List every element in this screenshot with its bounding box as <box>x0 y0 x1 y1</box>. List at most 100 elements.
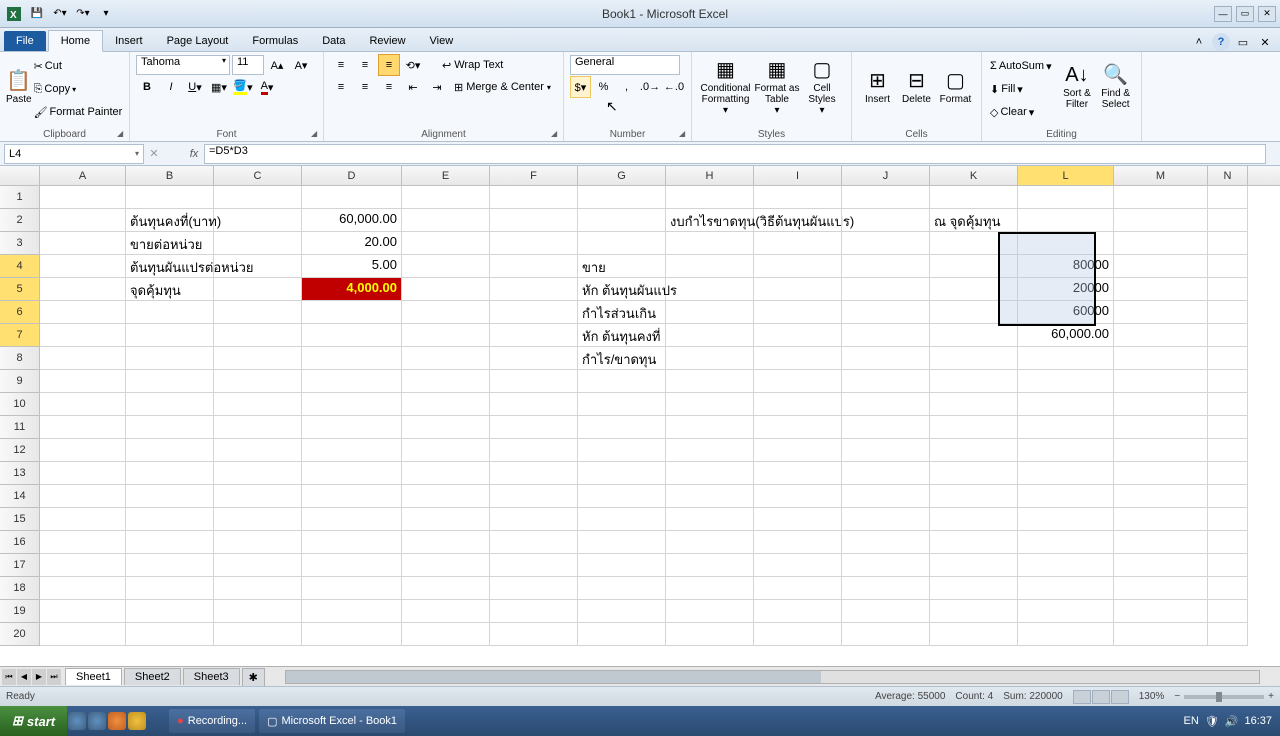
cell-I14[interactable] <box>754 485 842 508</box>
cell-I7[interactable] <box>754 324 842 347</box>
cell-H20[interactable] <box>666 623 754 646</box>
cell-E1[interactable] <box>402 186 490 209</box>
cell-C10[interactable] <box>214 393 302 416</box>
cell-F13[interactable] <box>490 462 578 485</box>
cell-G15[interactable] <box>578 508 666 531</box>
cell-L16[interactable] <box>1018 531 1114 554</box>
col-header-C[interactable]: C <box>214 166 302 185</box>
sheet-tab-1[interactable]: Sheet1 <box>65 668 122 685</box>
cell-I12[interactable] <box>754 439 842 462</box>
cell-J6[interactable] <box>842 301 930 324</box>
cell-J11[interactable] <box>842 416 930 439</box>
row-header-4[interactable]: 4 <box>0 255 40 278</box>
cell-A17[interactable] <box>40 554 126 577</box>
insert-cells-button[interactable]: ⊞Insert <box>858 54 897 120</box>
cell-E10[interactable] <box>402 393 490 416</box>
cell-K2[interactable]: ณ จุดคุ้มทุน <box>930 209 1018 232</box>
cell-L15[interactable] <box>1018 508 1114 531</box>
close-button[interactable]: ✕ <box>1258 6 1276 22</box>
row-header-17[interactable]: 17 <box>0 554 40 577</box>
cell-G1[interactable] <box>578 186 666 209</box>
cell-M2[interactable] <box>1114 209 1208 232</box>
cell-N14[interactable] <box>1208 485 1248 508</box>
cell-I3[interactable] <box>754 232 842 255</box>
cell-J16[interactable] <box>842 531 930 554</box>
row-header-5[interactable]: 5 <box>0 278 40 301</box>
cell-L18[interactable] <box>1018 577 1114 600</box>
cell-A11[interactable] <box>40 416 126 439</box>
cell-B3[interactable]: ขายต่อหน่วย <box>126 232 214 255</box>
sheet-nav-prev-icon[interactable]: ◀ <box>17 669 31 685</box>
cell-A12[interactable] <box>40 439 126 462</box>
cell-D12[interactable] <box>302 439 402 462</box>
tab-review[interactable]: Review <box>357 31 417 51</box>
cell-L9[interactable] <box>1018 370 1114 393</box>
autosum-button[interactable]: ΣAutoSum▾ <box>988 55 1058 77</box>
cell-M13[interactable] <box>1114 462 1208 485</box>
cell-M6[interactable] <box>1114 301 1208 324</box>
cell-G19[interactable] <box>578 600 666 623</box>
cell-E17[interactable] <box>402 554 490 577</box>
cell-N2[interactable] <box>1208 209 1248 232</box>
cell-F2[interactable] <box>490 209 578 232</box>
cell-A5[interactable] <box>40 278 126 301</box>
cell-D17[interactable] <box>302 554 402 577</box>
col-header-L[interactable]: L <box>1018 166 1114 185</box>
cell-F4[interactable] <box>490 255 578 278</box>
cell-K14[interactable] <box>930 485 1018 508</box>
cell-D14[interactable] <box>302 485 402 508</box>
number-format-select[interactable]: General <box>570 55 680 75</box>
cell-A10[interactable] <box>40 393 126 416</box>
cell-A9[interactable] <box>40 370 126 393</box>
cell-N16[interactable] <box>1208 531 1248 554</box>
window-restore-icon[interactable]: ▭ <box>1234 33 1252 51</box>
cell-D10[interactable] <box>302 393 402 416</box>
cell-F3[interactable] <box>490 232 578 255</box>
cell-L6[interactable]: 60000 <box>1018 301 1114 324</box>
cell-N12[interactable] <box>1208 439 1248 462</box>
row-header-14[interactable]: 14 <box>0 485 40 508</box>
cell-G17[interactable] <box>578 554 666 577</box>
cell-K4[interactable] <box>930 255 1018 278</box>
col-header-H[interactable]: H <box>666 166 754 185</box>
cell-C2[interactable] <box>214 209 302 232</box>
cell-N3[interactable] <box>1208 232 1248 255</box>
cell-H17[interactable] <box>666 554 754 577</box>
cell-G5[interactable]: หัก ต้นทุนผันแปร <box>578 278 666 301</box>
col-header-I[interactable]: I <box>754 166 842 185</box>
cell-J1[interactable] <box>842 186 930 209</box>
cell-K9[interactable] <box>930 370 1018 393</box>
cell-J8[interactable] <box>842 347 930 370</box>
cell-E16[interactable] <box>402 531 490 554</box>
col-header-F[interactable]: F <box>490 166 578 185</box>
row-header-2[interactable]: 2 <box>0 209 40 232</box>
cell-K3[interactable] <box>930 232 1018 255</box>
cell-H9[interactable] <box>666 370 754 393</box>
cell-G18[interactable] <box>578 577 666 600</box>
name-box-dropdown-icon[interactable]: ▾ <box>135 149 139 158</box>
cell-N13[interactable] <box>1208 462 1248 485</box>
cell-I11[interactable] <box>754 416 842 439</box>
row-header-18[interactable]: 18 <box>0 577 40 600</box>
cell-A20[interactable] <box>40 623 126 646</box>
cell-E12[interactable] <box>402 439 490 462</box>
cell-styles-button[interactable]: ▢Cell Styles▾ <box>801 54 843 120</box>
font-name-select[interactable]: Tahoma▾ <box>136 55 230 75</box>
underline-button[interactable]: U▾ <box>184 76 206 98</box>
cell-F17[interactable] <box>490 554 578 577</box>
new-sheet-button[interactable]: ✱ <box>242 668 265 686</box>
cell-F20[interactable] <box>490 623 578 646</box>
font-size-select[interactable]: 11 <box>232 55 264 75</box>
cell-D18[interactable] <box>302 577 402 600</box>
cell-C11[interactable] <box>214 416 302 439</box>
cell-I9[interactable] <box>754 370 842 393</box>
cell-E3[interactable] <box>402 232 490 255</box>
cell-J20[interactable] <box>842 623 930 646</box>
cell-K11[interactable] <box>930 416 1018 439</box>
cell-L3[interactable] <box>1018 232 1114 255</box>
cell-N4[interactable] <box>1208 255 1248 278</box>
cell-H6[interactable] <box>666 301 754 324</box>
tab-home[interactable]: Home <box>48 30 103 52</box>
cell-B8[interactable] <box>126 347 214 370</box>
cell-D8[interactable] <box>302 347 402 370</box>
